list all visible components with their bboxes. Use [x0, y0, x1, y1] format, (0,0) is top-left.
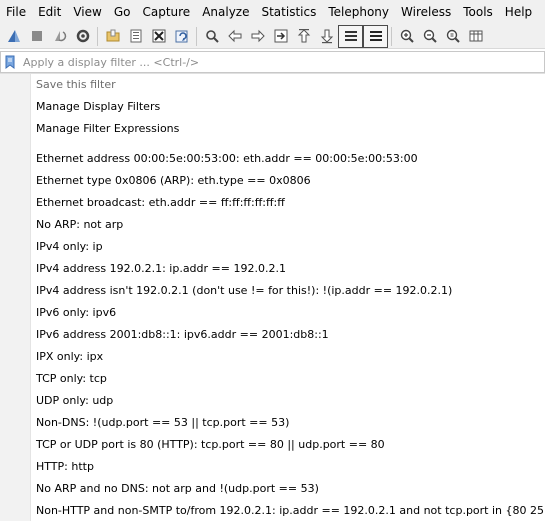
menu-view[interactable]: View [67, 0, 107, 24]
menu-item-filter[interactable]: TCP or UDP port is 80 (HTTP): tcp.port =… [36, 434, 385, 456]
menu-capture[interactable]: Capture [136, 0, 196, 24]
save-file-icon[interactable] [124, 25, 147, 48]
reload-file-icon[interactable] [170, 25, 193, 48]
menu-item-save-filter: Save this filter [36, 78, 116, 91]
menu-tools[interactable]: Tools [457, 0, 499, 24]
display-filter-bar [0, 51, 545, 73]
menu-item-filter[interactable]: Ethernet broadcast: eth.addr == ff:ff:ff… [36, 192, 285, 214]
menu-item-filter[interactable]: Ethernet type 0x0806 (ARP): eth.type == … [36, 170, 311, 192]
resize-columns-icon[interactable] [464, 25, 487, 48]
menu-analyze[interactable]: Analyze [196, 0, 255, 24]
menu-item-filter[interactable]: IPv4 only: ip [36, 236, 103, 258]
toolbar-separator [97, 26, 98, 46]
main-toolbar [0, 24, 545, 49]
find-packet-icon[interactable] [200, 25, 223, 48]
menu-telephony[interactable]: Telephony [322, 0, 395, 24]
menu-item-filter[interactable]: IPv4 address isn't 192.0.2.1 (don't use … [36, 280, 452, 302]
colorize-icon[interactable] [363, 24, 388, 48]
stop-capture-icon[interactable] [25, 25, 48, 48]
menu-item-filter[interactable]: No ARP: not arp [36, 214, 123, 236]
menu-bar: File Edit View Go Capture Analyze Statis… [0, 0, 545, 24]
menu-item-filter[interactable]: No ARP and no DNS: not arp and !(udp.por… [36, 478, 319, 500]
close-file-icon[interactable] [147, 25, 170, 48]
menu-item-filter[interactable]: IPv6 only: ipv6 [36, 302, 116, 324]
menu-item-filter[interactable]: IPX only: ipx [36, 346, 103, 368]
menu-item-filter[interactable]: Non-DNS: !(udp.port == 53 || tcp.port ==… [36, 412, 289, 434]
restart-capture-icon[interactable] [48, 25, 71, 48]
zoom-in-icon[interactable] [395, 25, 418, 48]
go-first-icon[interactable] [292, 25, 315, 48]
menu-item-filter[interactable]: TCP only: tcp [36, 368, 107, 390]
toolbar-separator [391, 26, 392, 46]
go-back-icon[interactable] [223, 25, 246, 48]
menu-icon-gutter [0, 74, 31, 521]
menu-file[interactable]: File [0, 0, 32, 24]
filter-bookmark-button[interactable] [1, 52, 19, 72]
menu-item-filter[interactable]: IPv6 address 2001:db8::1: ipv6.addr == 2… [36, 324, 329, 346]
menu-edit[interactable]: Edit [32, 0, 67, 24]
normal-size-icon[interactable] [441, 25, 464, 48]
display-filter-input[interactable] [19, 53, 519, 71]
filter-bookmark-menu: Save this filter Manage Display Filters … [0, 73, 545, 522]
open-file-icon[interactable] [101, 25, 124, 48]
menu-wireless[interactable]: Wireless [395, 0, 457, 24]
shark-fin-start-icon[interactable] [2, 25, 25, 48]
menu-item-filter[interactable]: Ethernet address 00:00:5e:00:53:00: eth.… [36, 148, 418, 170]
capture-options-icon[interactable] [71, 25, 94, 48]
menu-item-filter[interactable]: Non-HTTP and non-SMTP to/from 192.0.2.1:… [36, 500, 545, 522]
bookmark-icon [5, 55, 15, 69]
go-last-icon[interactable] [315, 25, 338, 48]
menu-item-manage-filter-expressions[interactable]: Manage Filter Expressions [36, 118, 179, 140]
go-forward-icon[interactable] [246, 25, 269, 48]
autoscroll-icon[interactable] [338, 24, 363, 48]
menu-item-filter[interactable]: IPv4 address 192.0.2.1: ip.addr == 192.0… [36, 258, 286, 280]
menu-go[interactable]: Go [108, 0, 137, 24]
menu-statistics[interactable]: Statistics [255, 0, 322, 24]
menu-item-filter[interactable]: HTTP: http [36, 456, 94, 478]
zoom-out-icon[interactable] [418, 25, 441, 48]
toolbar-separator [196, 26, 197, 46]
menu-help[interactable]: Help [499, 0, 538, 24]
go-to-packet-icon[interactable] [269, 25, 292, 48]
menu-item-filter[interactable]: UDP only: udp [36, 390, 113, 412]
menu-item-manage-display-filters[interactable]: Manage Display Filters [36, 96, 160, 118]
